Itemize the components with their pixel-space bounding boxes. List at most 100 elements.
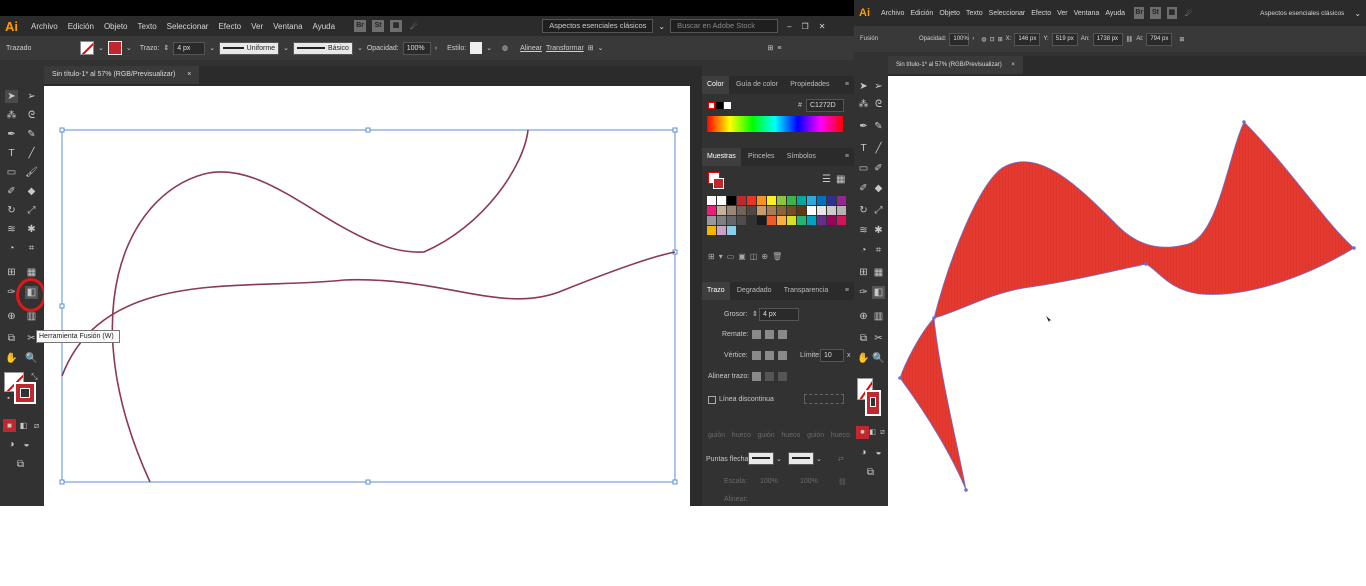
swatch-options-icon[interactable]: ▭ (727, 252, 739, 261)
puppet-warp-icon[interactable]: ✱ (25, 223, 38, 236)
stock-icon[interactable]: St (372, 20, 385, 32)
transform-link[interactable]: Transformar (546, 45, 584, 52)
arrow-scale-end[interactable]: 100% (800, 478, 818, 485)
close-icon[interactable]: ✕ (814, 22, 831, 31)
warp-tool-icon[interactable]: ≋ (857, 224, 870, 237)
height-field[interactable]: 794 px (1146, 32, 1173, 46)
draw-mode-icon[interactable]: ◑ (857, 446, 870, 459)
tab-gradient[interactable]: Degradado (732, 282, 777, 300)
swatches-stroke-indicator[interactable] (713, 178, 724, 189)
swatch-grid[interactable] (707, 196, 846, 242)
color-white-swatch[interactable] (724, 102, 731, 109)
menu-objeto[interactable]: Objeto (99, 22, 133, 31)
align-inside-icon[interactable] (765, 372, 774, 381)
magic-wand-icon[interactable]: ⁂ (5, 109, 18, 122)
arrange-docs-icon[interactable]: ⊞ (768, 44, 774, 52)
zoom-tool-icon[interactable]: 🔍 (872, 352, 885, 365)
menu-seleccionar[interactable]: Seleccionar (986, 10, 1029, 17)
new-color-group-icon[interactable]: ◫ (750, 252, 762, 261)
menu-ventana[interactable]: Ventana (1071, 10, 1103, 17)
round-cap-icon[interactable] (765, 330, 774, 339)
artboard-tool-icon[interactable]: ⧉ (5, 332, 18, 345)
menu-ver[interactable]: Ver (246, 22, 268, 31)
menu-archivo[interactable]: Archivo (878, 10, 907, 17)
direct-selection-tool-icon[interactable]: ➢ (25, 90, 38, 103)
miter-join-icon[interactable] (752, 351, 761, 360)
tab-transparency[interactable]: Transparencia (779, 282, 834, 300)
align-outside-icon[interactable] (778, 372, 787, 381)
lasso-icon[interactable]: ᘓ (872, 98, 885, 111)
menu-edicion[interactable]: Edición (63, 22, 99, 31)
line-tool-icon[interactable]: ╱ (872, 142, 885, 155)
menu-ayuda[interactable]: Ayuda (308, 22, 341, 31)
warp-tool-icon[interactable]: ≋ (5, 223, 18, 236)
transform-icon[interactable]: ⊡ (990, 36, 995, 43)
swap-arrows-icon[interactable]: ⇄ (838, 455, 844, 463)
stroke-indicator[interactable] (865, 390, 881, 416)
end-arrowhead-select[interactable] (788, 452, 814, 465)
curvature-tool-icon[interactable]: ✎ (872, 120, 885, 133)
draw-mode-icon[interactable]: ◑ (5, 438, 18, 451)
rectangle-tool-icon[interactable]: ▭ (857, 162, 870, 175)
menu-ayuda[interactable]: Ayuda (1102, 10, 1128, 17)
chevron-down-icon[interactable]: ⌄ (357, 44, 363, 52)
link-icon[interactable]: ⛓ (1126, 36, 1134, 43)
limit-field[interactable]: 10 (820, 349, 844, 362)
swatch-library-icon[interactable]: ⊞ (708, 252, 719, 261)
menu-archivo[interactable]: Archivo (26, 22, 63, 31)
opacity-field[interactable]: 100% (402, 41, 431, 55)
adobe-stock-search[interactable]: Buscar en Adobe Stock (670, 19, 779, 33)
tab-stroke[interactable]: Trazo (702, 282, 730, 300)
minimize-icon[interactable]: – (782, 22, 796, 31)
chevron-down-icon[interactable]: ⌄ (283, 44, 289, 52)
blend-tool-icon[interactable]: ◧ (872, 286, 885, 299)
tab-symbols[interactable]: Símbolos (782, 148, 821, 166)
new-swatch-icon[interactable]: ⊕ (761, 252, 772, 261)
x-field[interactable]: 146 px (1014, 32, 1041, 46)
mesh-tool-icon[interactable]: ⊞ (857, 266, 870, 279)
shape-builder-icon[interactable]: ◔ (5, 242, 18, 255)
menu-edicion[interactable]: Edición (907, 10, 936, 17)
menu-ventana[interactable]: Ventana (268, 22, 307, 31)
align-center-icon[interactable] (752, 372, 761, 381)
bevel-join-icon[interactable] (778, 351, 787, 360)
color-spectrum[interactable] (707, 116, 843, 132)
gpu-icon[interactable]: ☄ (1180, 9, 1197, 18)
tab-swatches[interactable]: Muestras (702, 148, 741, 166)
workspace-switcher[interactable]: Aspectos esenciales clásicos (1255, 10, 1349, 17)
hand-tool-icon[interactable]: ✋ (857, 352, 870, 365)
perspective-grid-icon[interactable]: ⌗ (25, 242, 38, 255)
gap-field[interactable]: hueco (781, 432, 800, 442)
isolate-icon[interactable]: ⊞ (588, 44, 594, 52)
stepper-icon[interactable]: ⇕ (752, 310, 758, 318)
chevron-right-icon[interactable]: › (972, 36, 974, 42)
menu-ver[interactable]: Ver (1054, 10, 1071, 17)
menu-seleccionar[interactable]: Seleccionar (162, 22, 214, 31)
draw-mode-icon[interactable]: ◒ (20, 438, 33, 451)
chevron-down-icon[interactable]: ⌄ (1349, 9, 1366, 18)
shaper-tool-icon[interactable]: ✐ (5, 185, 18, 198)
color-mode-icon[interactable]: ■ (3, 419, 16, 432)
dash-field[interactable]: guión (758, 432, 775, 442)
screen-mode-icon[interactable]: ⧉ (14, 458, 27, 471)
graphic-style-swatch[interactable] (470, 42, 483, 54)
square-cap-icon[interactable] (778, 330, 787, 339)
rotate-tool-icon[interactable]: ↻ (5, 204, 18, 217)
chevron-down-icon[interactable]: ⌄ (776, 455, 782, 463)
panel-collapse-strip[interactable] (690, 66, 702, 506)
opacity-field[interactable]: 100% (949, 32, 970, 46)
chevron-down-icon[interactable]: ⌄ (209, 44, 215, 52)
selection-tool-icon[interactable]: ➤ (5, 90, 18, 103)
canvas[interactable] (888, 76, 1366, 506)
menu-texto[interactable]: Texto (133, 22, 162, 31)
line-tool-icon[interactable]: ╱ (25, 147, 38, 160)
canvas[interactable] (44, 86, 690, 506)
arrange-icon[interactable]: ▦ (1166, 7, 1177, 19)
dash-align-icons[interactable] (804, 394, 844, 404)
close-tab-icon[interactable]: × (1011, 62, 1015, 68)
chevron-down-icon[interactable]: ⌄ (98, 44, 104, 52)
stroke-weight-field[interactable]: 4 px (173, 41, 206, 55)
paintbrush-tool-icon[interactable]: ✐ (872, 162, 885, 175)
lasso-icon[interactable]: ᘓ (25, 109, 38, 122)
bridge-icon[interactable]: Br (354, 20, 367, 32)
